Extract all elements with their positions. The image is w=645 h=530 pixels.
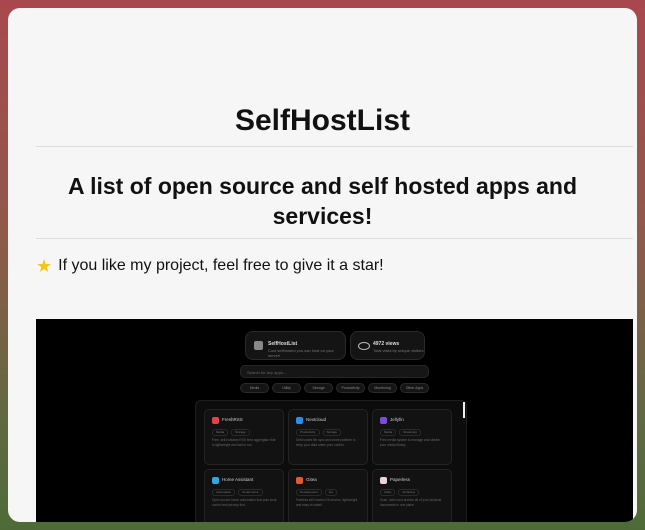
views-card: 4972 views Total visits by unique visito… bbox=[350, 331, 425, 360]
filter-button[interactable]: Productivity bbox=[336, 383, 365, 393]
app-description: Free, self-hostable RSS feed aggregator … bbox=[212, 438, 276, 447]
app-tag: Storage bbox=[322, 429, 342, 436]
app-name: Paperless bbox=[390, 477, 411, 482]
app-logo-icon bbox=[380, 477, 387, 484]
app-card[interactable]: Home Assistant Automation Smart home Ope… bbox=[204, 469, 284, 522]
app-tag: Development bbox=[296, 489, 322, 496]
tagline: A list of open source and self hosted ap… bbox=[67, 173, 578, 229]
apps-panel: FreshRSS Media Storage Free, self-hostab… bbox=[195, 400, 467, 522]
eye-icon bbox=[358, 342, 370, 350]
star-note: ★ If you like my project, feel free to g… bbox=[36, 257, 384, 275]
filter-button[interactable]: Storage bbox=[304, 383, 333, 393]
app-tag: Automation bbox=[212, 489, 236, 496]
site-card: SelfHostList Cool selfhosted you can hos… bbox=[245, 331, 346, 360]
views-card-title: 4972 views bbox=[373, 341, 400, 347]
app-card[interactable]: Nextcloud Productivity Storage Self-host… bbox=[288, 409, 368, 465]
app-card[interactable]: Gitea Development Git Painless self-host… bbox=[288, 469, 368, 522]
app-logo-icon bbox=[296, 477, 303, 484]
app-tag: Utility bbox=[380, 489, 396, 496]
filter-button[interactable]: Utility bbox=[272, 383, 301, 393]
app-name: Home Assistant bbox=[222, 477, 254, 482]
app-tag: Smart home bbox=[238, 489, 263, 496]
filter-bar: Media Utility Storage Productivity Monit… bbox=[240, 383, 429, 393]
star-note-text: If you like my project, feel free to giv… bbox=[58, 257, 384, 274]
app-logo-icon bbox=[380, 417, 387, 424]
star-icon: ★ bbox=[36, 256, 53, 276]
divider bbox=[36, 146, 633, 147]
site-card-title: SelfHostList bbox=[268, 341, 298, 347]
app-tag: Git bbox=[324, 489, 337, 496]
app-tag: Media bbox=[212, 429, 229, 436]
app-name: FreshRSS bbox=[222, 417, 243, 422]
app-name: Jellyfin bbox=[390, 417, 404, 422]
app-card[interactable]: Paperless Utility Archiving Scan, index … bbox=[372, 469, 452, 522]
app-tag: Archiving bbox=[398, 489, 419, 496]
app-logo-icon bbox=[212, 477, 219, 484]
search-input[interactable]: Search for any apps... bbox=[240, 365, 429, 378]
site-card-subtitle: Cool selfhosted you can host on your ser… bbox=[268, 348, 334, 358]
preview-screenshot: SelfHostList Cool selfhosted you can hos… bbox=[36, 319, 633, 522]
app-tag: Productivity bbox=[296, 429, 320, 436]
app-card[interactable]: Jellyfin Media Streaming Free media syst… bbox=[372, 409, 452, 465]
scrollbar-thumb[interactable] bbox=[463, 402, 465, 418]
app-description: Free media system to manage and stream y… bbox=[380, 438, 440, 447]
filter-button[interactable]: Media bbox=[240, 383, 269, 393]
filter-button[interactable]: Other Apps bbox=[400, 383, 429, 393]
app-description: Open source home automation that puts lo… bbox=[212, 498, 277, 507]
views-card-subtitle: Total visits by unique visitors bbox=[373, 348, 424, 353]
app-description: Scan, index and archive all of your phys… bbox=[380, 498, 442, 507]
app-description: Self-hosted file sync and share platform… bbox=[296, 438, 356, 447]
app-tag: Streaming bbox=[399, 429, 421, 436]
app-tag: Storage bbox=[231, 429, 250, 436]
app-tag: Media bbox=[380, 429, 397, 436]
app-logo-icon bbox=[212, 417, 219, 424]
app-description: Painless self-hosted Git service, lightw… bbox=[296, 498, 358, 507]
divider bbox=[36, 238, 633, 239]
filter-button[interactable]: Monitoring bbox=[368, 383, 397, 393]
app-card[interactable]: FreshRSS Media Storage Free, self-hostab… bbox=[204, 409, 284, 465]
readme-card: SelfHostList A list of open source and s… bbox=[8, 8, 637, 522]
app-name: Nextcloud bbox=[306, 417, 327, 422]
server-icon bbox=[254, 341, 263, 350]
app-name: Gitea bbox=[306, 477, 317, 482]
page-title: SelfHostList bbox=[234, 104, 411, 137]
app-logo-icon bbox=[296, 417, 303, 424]
